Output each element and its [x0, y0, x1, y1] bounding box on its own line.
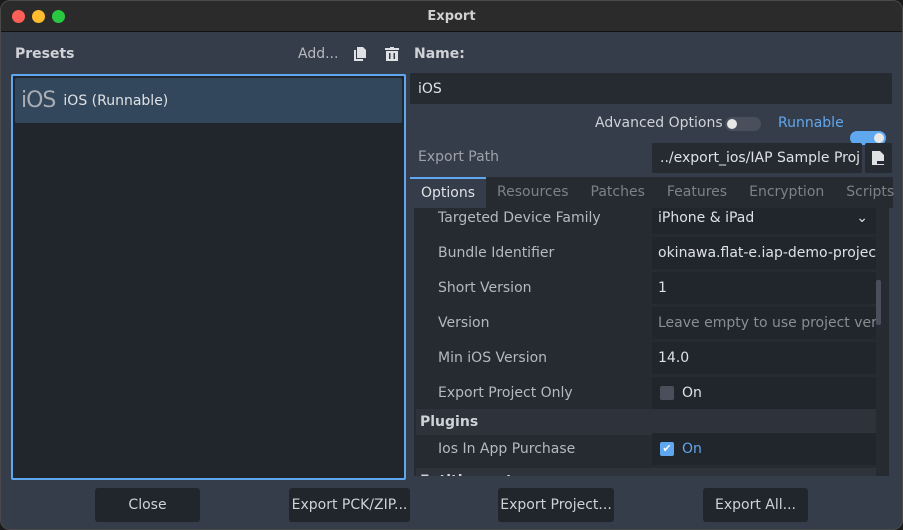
- add-preset-button[interactable]: Add...: [298, 46, 338, 62]
- name-label: Name:: [414, 46, 465, 62]
- preset-item-ios[interactable]: iOS iOS (Runnable): [15, 78, 402, 123]
- advanced-options-toggle[interactable]: [725, 117, 761, 131]
- option-row: Targeted Device Family iPhone & iPad ⌄: [414, 208, 876, 236]
- name-value: iOS: [418, 80, 442, 97]
- option-row: Short Version 1: [414, 272, 876, 306]
- option-key: Short Version: [438, 280, 532, 296]
- option-key: Version: [438, 315, 490, 331]
- browse-file-icon[interactable]: [865, 143, 892, 173]
- tab-resources[interactable]: Resources: [486, 177, 580, 208]
- window-title: Export: [427, 9, 476, 24]
- export-path-label: Export Path: [418, 149, 500, 165]
- checkbox-unchecked-icon: [660, 386, 674, 400]
- export-all-button[interactable]: Export All...: [703, 488, 808, 522]
- runnable-label: Runnable: [778, 115, 844, 131]
- plugins-section: Plugins: [416, 409, 876, 435]
- option-row: Version Leave empty to use project vers: [414, 307, 876, 341]
- delete-icon[interactable]: [385, 47, 399, 65]
- entitlements-section: Entitlements: [416, 468, 876, 476]
- export-dialog: Export Presets Add... iOS iOS (Runnable)…: [0, 0, 903, 530]
- close-window-icon[interactable]: [12, 10, 25, 23]
- chevron-down-icon: ⌄: [856, 210, 868, 226]
- option-row: Ios In App Purchase ✔ On: [414, 433, 876, 467]
- options-panel: Targeted Device Family iPhone & iPad ⌄ Bu…: [414, 208, 889, 476]
- option-row: Bundle Identifier okinawa.flat-e.iap-dem…: [414, 237, 876, 271]
- option-row: Export Project Only On: [414, 377, 876, 411]
- option-key: Targeted Device Family: [438, 210, 601, 226]
- option-key: Export Project Only: [438, 385, 573, 401]
- tab-scripts[interactable]: Scripts: [835, 177, 902, 208]
- tab-bar: Options Resources Patches Features Encry…: [410, 177, 894, 208]
- duplicate-icon[interactable]: [353, 47, 366, 65]
- tab-patches[interactable]: Patches: [580, 177, 656, 208]
- presets-list[interactable]: iOS iOS (Runnable): [11, 74, 406, 480]
- option-key: Bundle Identifier: [438, 245, 555, 261]
- option-key: Ios In App Purchase: [438, 441, 576, 457]
- ios-icon: iOS: [21, 88, 56, 113]
- ios-in-app-purchase-checkbox[interactable]: ✔ On: [652, 433, 876, 465]
- scrollbar-thumb[interactable]: [876, 280, 881, 325]
- version-input[interactable]: Leave empty to use project vers: [652, 307, 876, 339]
- option-key: Min iOS Version: [438, 350, 548, 366]
- presets-label: Presets: [15, 46, 75, 62]
- export-path-value: ../export_ios/IAP Sample Proj: [660, 150, 861, 166]
- name-input[interactable]: iOS: [410, 73, 892, 104]
- minimize-window-icon[interactable]: [32, 10, 45, 23]
- export-pck-zip-button[interactable]: Export PCK/ZIP...: [289, 488, 410, 522]
- tab-features[interactable]: Features: [656, 177, 738, 208]
- device-family-select[interactable]: iPhone & iPad ⌄: [652, 208, 876, 234]
- export-project-button[interactable]: Export Project...: [498, 488, 614, 522]
- bundle-identifier-input[interactable]: okinawa.flat-e.iap-demo-projec: [652, 237, 876, 269]
- checkmark-icon: ✔: [660, 442, 674, 456]
- short-version-input[interactable]: 1: [652, 272, 876, 304]
- export-project-only-checkbox[interactable]: On: [652, 377, 876, 409]
- min-ios-version-input[interactable]: 14.0: [652, 342, 876, 374]
- advanced-options-label: Advanced Options: [595, 115, 723, 131]
- title-bar: Export: [1, 1, 902, 32]
- tab-encryption[interactable]: Encryption: [738, 177, 835, 208]
- option-row: Min iOS Version 14.0: [414, 342, 876, 376]
- close-button[interactable]: Close: [95, 488, 200, 522]
- preset-label: iOS (Runnable): [63, 92, 169, 109]
- export-path-input[interactable]: ../export_ios/IAP Sample Proj: [652, 143, 862, 173]
- maximize-window-icon[interactable]: [52, 10, 65, 23]
- tab-options[interactable]: Options: [410, 177, 487, 208]
